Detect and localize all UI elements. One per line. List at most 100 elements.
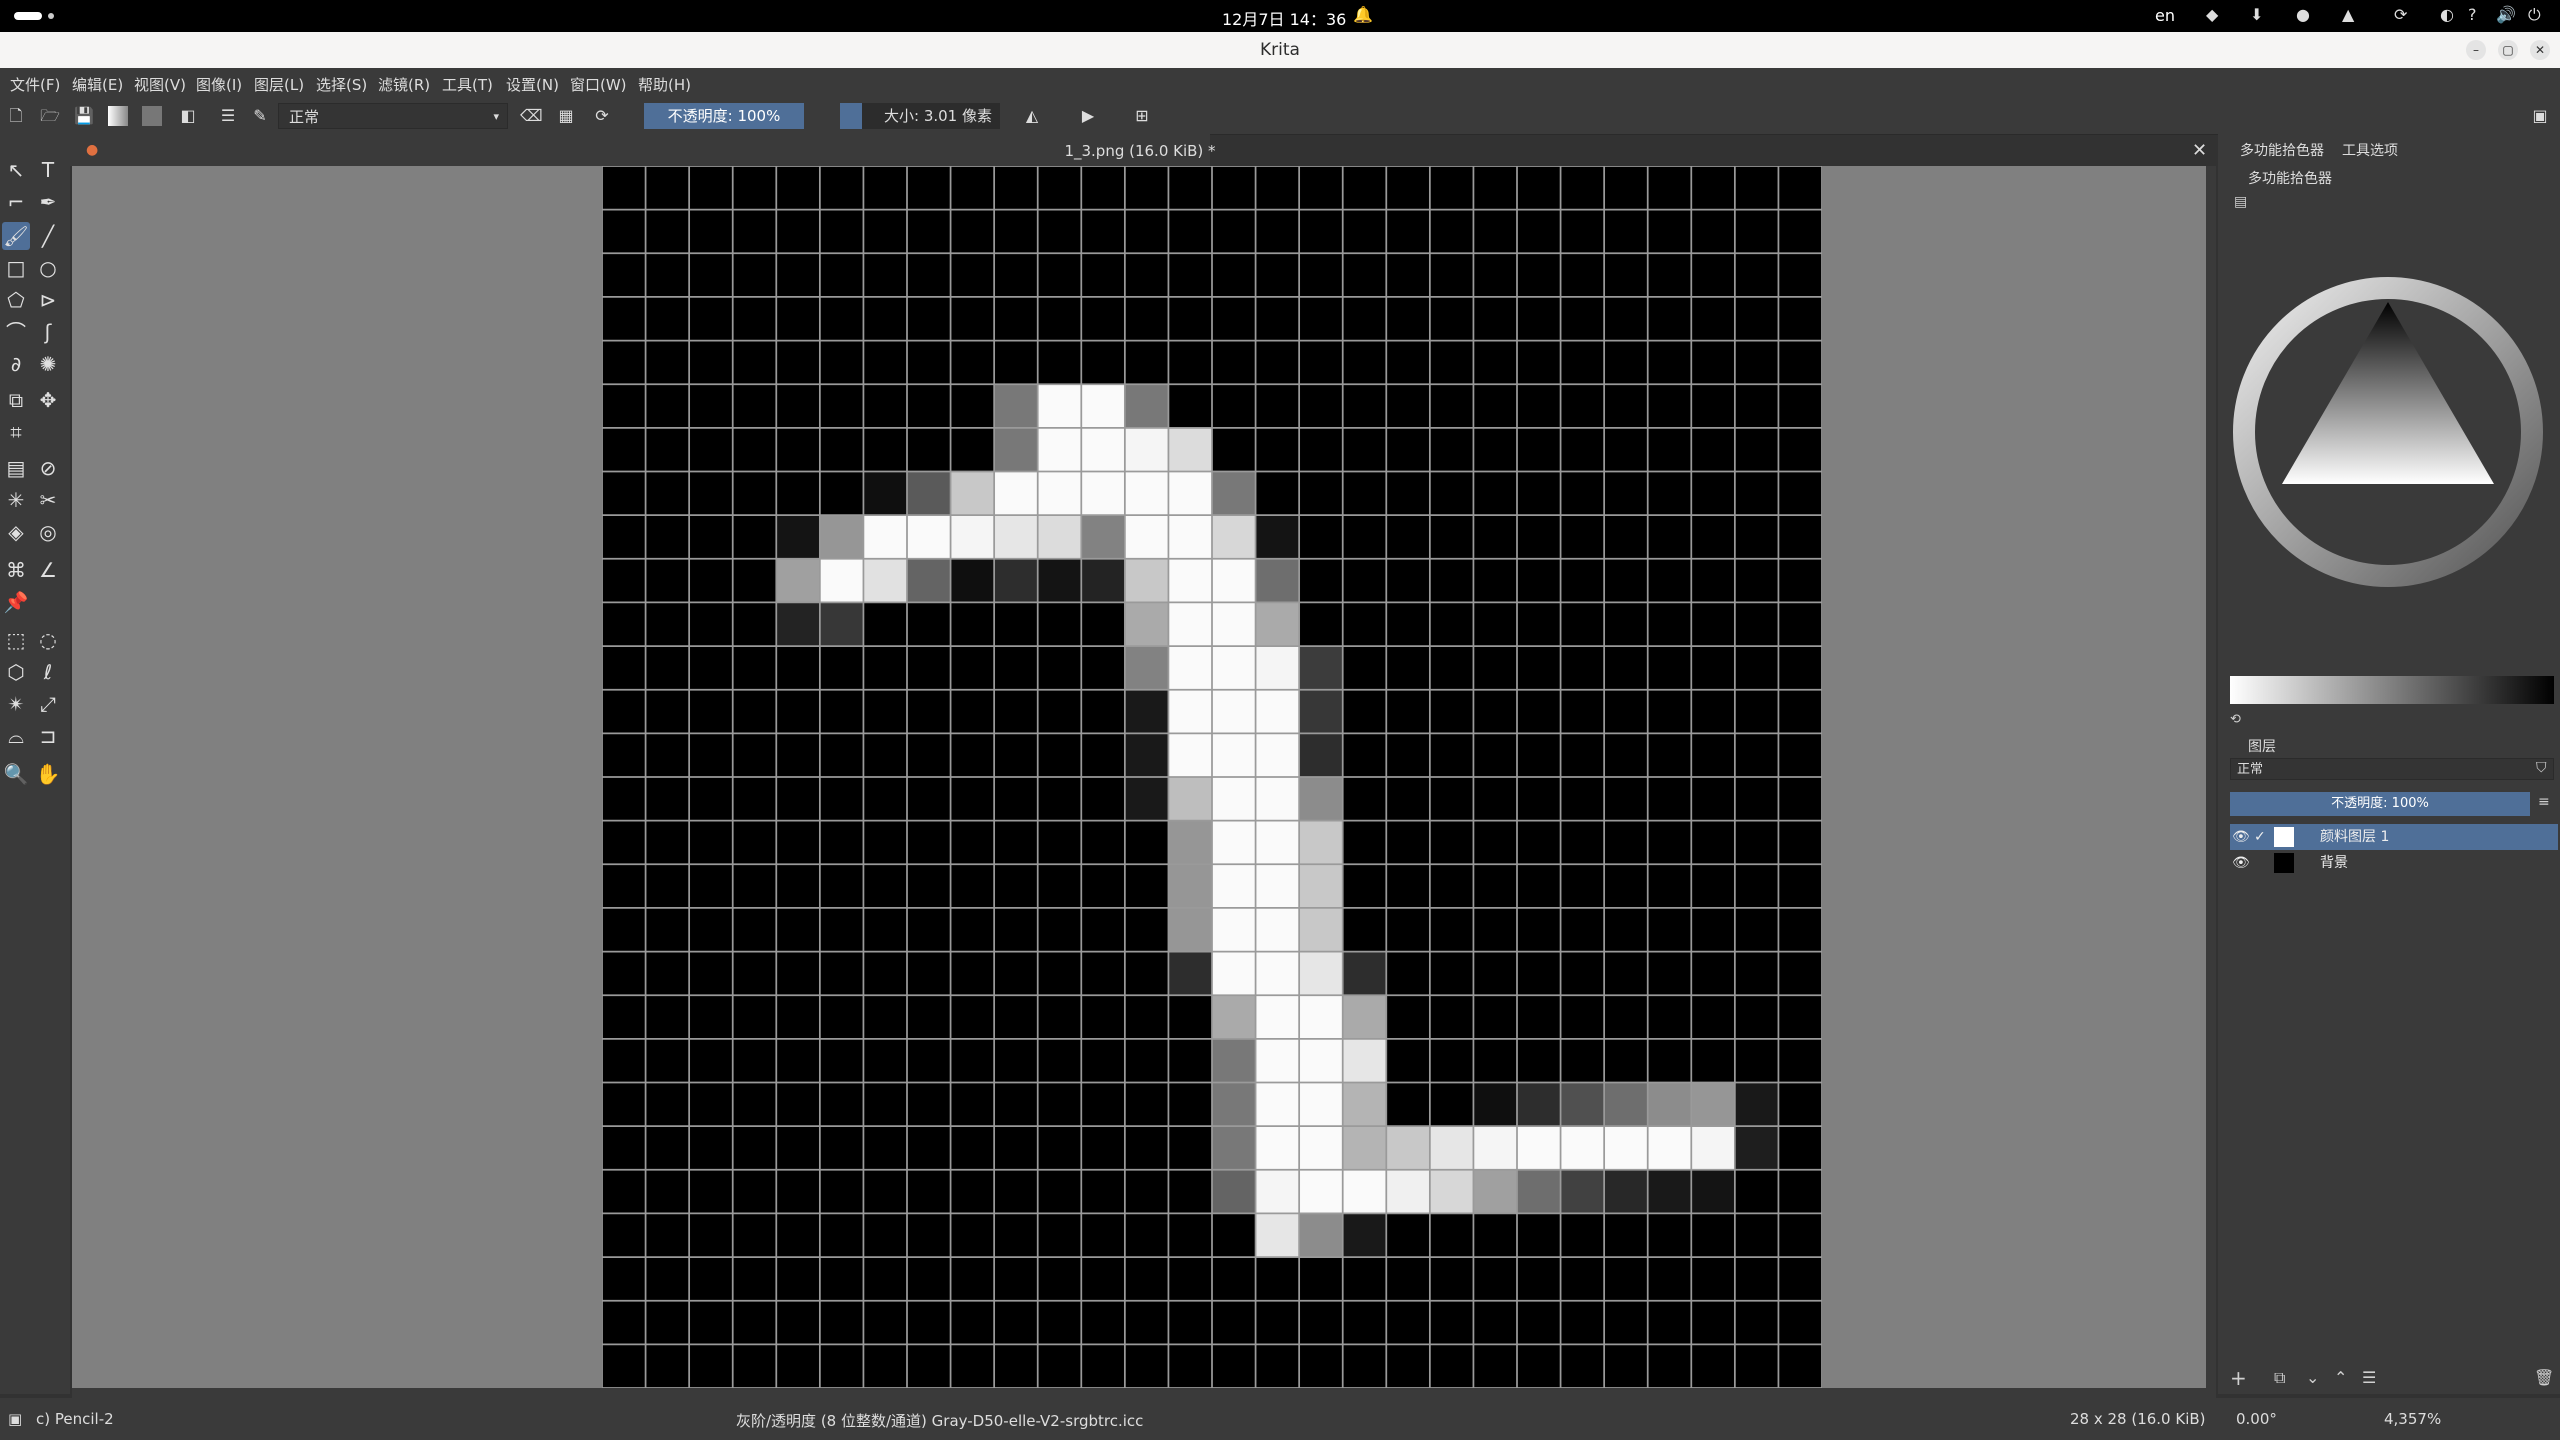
zoom-tool-icon[interactable]: 🔍 bbox=[2, 760, 30, 788]
menu-image[interactable]: 图像(I) bbox=[196, 74, 242, 95]
tray-app-icon[interactable]: ◆ bbox=[2206, 5, 2218, 24]
color-wheel[interactable] bbox=[2230, 274, 2546, 590]
input-language-indicator[interactable]: en bbox=[2155, 6, 2175, 25]
gradient-preset-icon[interactable] bbox=[108, 106, 128, 126]
tray-cat-icon[interactable]: ▲ bbox=[2342, 5, 2354, 24]
select-shape-tool-icon[interactable]: ↖ bbox=[2, 156, 30, 184]
volume-icon[interactable]: 🔊 bbox=[2496, 5, 2516, 24]
ellipse-tool-icon[interactable]: ○ bbox=[34, 254, 62, 282]
ellipse-select-tool-icon[interactable]: ◌ bbox=[34, 626, 62, 654]
checkmark-icon[interactable]: ✓ bbox=[2254, 824, 2266, 850]
fill-tool-icon[interactable]: ◈ bbox=[2, 518, 30, 546]
rotation-value[interactable]: 0.00° bbox=[2236, 1410, 2277, 1428]
power-icon[interactable]: ⏻ bbox=[2528, 5, 2541, 25]
reference-tool-icon[interactable]: 📌 bbox=[2, 588, 30, 616]
tray-download-icon[interactable]: ⬇ bbox=[2250, 5, 2263, 24]
menu-file[interactable]: 文件(F) bbox=[10, 74, 60, 95]
minimize-button[interactable]: – bbox=[2466, 40, 2486, 60]
mirror-horizontal-icon[interactable]: ◭ bbox=[1022, 106, 1042, 126]
edit-shape-tool-icon[interactable]: ⌐ bbox=[2, 188, 30, 216]
activities-indicator[interactable] bbox=[14, 12, 42, 20]
move-tool-icon[interactable]: ✥ bbox=[34, 386, 62, 414]
color-selector-settings-icon[interactable]: ▤ bbox=[2234, 194, 2247, 210]
polygon-select-tool-icon[interactable]: ⬡ bbox=[2, 658, 30, 686]
gradient-tool-icon[interactable]: ▤ bbox=[2, 454, 30, 482]
tray-color-icon[interactable]: ● bbox=[2296, 5, 2310, 24]
blend-mode-select[interactable]: 正常 ▾ bbox=[278, 103, 508, 129]
line-tool-icon[interactable]: ╱ bbox=[34, 222, 62, 250]
enclose-fill-tool-icon[interactable]: ◎ bbox=[34, 518, 62, 546]
add-layer-icon[interactable]: + bbox=[2230, 1366, 2247, 1390]
vertical-scrollbar[interactable] bbox=[2206, 166, 2216, 1388]
move-layer-up-icon[interactable]: ⌃ bbox=[2334, 1368, 2347, 1387]
similar-select-tool-icon[interactable]: ✴ bbox=[2, 690, 30, 718]
magnetic-select-tool-icon[interactable]: ⊐ bbox=[34, 722, 62, 750]
bezier-tool-icon[interactable]: ⌒ bbox=[2, 318, 30, 346]
duplicate-layer-icon[interactable]: ⧉ bbox=[2274, 1368, 2285, 1388]
freehand-path-tool-icon[interactable]: ʃ bbox=[34, 318, 62, 346]
reset-color-icon[interactable]: ⟲ bbox=[2230, 712, 2241, 727]
transform-tool-icon[interactable]: ⧉ bbox=[2, 386, 30, 414]
menu-window[interactable]: 窗口(W) bbox=[570, 74, 627, 95]
help-icon[interactable]: ? bbox=[2468, 5, 2477, 24]
maximize-button[interactable]: ▢ bbox=[2498, 40, 2518, 60]
eraser-icon[interactable]: ⌫ bbox=[520, 106, 543, 126]
assistant-editor-tool-icon[interactable]: ⌘ bbox=[2, 556, 30, 584]
bezier-select-tool-icon[interactable]: ⌓ bbox=[2, 722, 30, 750]
delete-layer-icon[interactable]: 🗑 bbox=[2534, 1368, 2554, 1387]
close-window-button[interactable]: ✕ bbox=[2530, 40, 2550, 60]
fg-bg-color-icon[interactable]: ◧ bbox=[178, 106, 198, 126]
move-layer-down-icon[interactable]: ⌄ bbox=[2306, 1368, 2319, 1387]
polygon-tool-icon[interactable]: ⬠ bbox=[2, 286, 30, 314]
menu-edit[interactable]: 编辑(E) bbox=[72, 74, 123, 95]
rectangle-tool-icon[interactable]: □ bbox=[2, 254, 30, 282]
color-picker-tool-icon[interactable]: ⊘ bbox=[34, 454, 62, 482]
smart-patch-tool-icon[interactable]: ✳ bbox=[2, 486, 30, 514]
pixel-image[interactable] bbox=[602, 166, 1822, 1388]
pattern-preset-icon[interactable] bbox=[142, 106, 162, 126]
filter-icon[interactable]: ⛉ bbox=[2536, 760, 2547, 776]
horizontal-scrollbar[interactable] bbox=[72, 1388, 2216, 1398]
layer-row-background[interactable]: 👁 背景 bbox=[2230, 850, 2558, 876]
polyline-tool-icon[interactable]: ⊳ bbox=[34, 286, 62, 314]
freehand-select-tool-icon[interactable]: ℓ bbox=[34, 658, 62, 686]
layer-opacity-slider[interactable]: 不透明度: 100% bbox=[2230, 792, 2530, 816]
dynamic-brush-tool-icon[interactable]: ∂ bbox=[2, 350, 30, 378]
pan-tool-icon[interactable]: ✋ bbox=[34, 760, 62, 788]
freehand-brush-tool-icon[interactable]: 🖌 bbox=[2, 222, 30, 250]
value-slider[interactable] bbox=[2230, 676, 2554, 704]
multibrush-tool-icon[interactable]: ✺ bbox=[34, 350, 62, 378]
canvas-viewport[interactable] bbox=[72, 166, 2206, 1388]
contiguous-select-tool-icon[interactable]: ⤢ bbox=[34, 690, 62, 718]
measure-tool-icon[interactable]: ∠ bbox=[34, 556, 62, 584]
calligraphy-tool-icon[interactable]: ✒ bbox=[34, 188, 62, 216]
menu-view[interactable]: 视图(V) bbox=[134, 74, 186, 95]
eye-icon[interactable]: 👁 bbox=[2232, 824, 2250, 850]
reload-preset-icon[interactable]: ⟳ bbox=[592, 106, 612, 126]
layer-row-paint[interactable]: 👁 ✓ 颜料图层 1 bbox=[2230, 824, 2558, 850]
notification-bell-icon[interactable]: 🔔 bbox=[1353, 5, 1373, 24]
menu-select[interactable]: 选择(S) bbox=[316, 74, 367, 95]
close-document-icon[interactable]: ✕ bbox=[2192, 140, 2207, 161]
brush-preset-icon[interactable]: ✎ bbox=[250, 106, 270, 126]
layers-menu-icon[interactable]: ≡ bbox=[2538, 794, 2550, 810]
tab-color-selector[interactable]: 多功能拾色器 bbox=[2240, 140, 2324, 160]
tray-sync-icon[interactable]: ⟳ bbox=[2394, 5, 2407, 24]
workspace-chooser-icon[interactable]: ▣ bbox=[2530, 106, 2550, 126]
network-icon[interactable]: ◐ bbox=[2440, 5, 2454, 24]
brush-settings-icon[interactable]: ☰ bbox=[218, 106, 238, 126]
crop-tool-icon[interactable]: ⌗ bbox=[2, 418, 30, 446]
tab-tool-options[interactable]: 工具选项 bbox=[2342, 140, 2398, 160]
menu-tools[interactable]: 工具(T) bbox=[442, 74, 493, 95]
menu-settings[interactable]: 设置(N) bbox=[506, 74, 559, 95]
text-tool-icon[interactable]: T bbox=[34, 156, 62, 184]
wrap-around-icon[interactable]: ⊞ bbox=[1132, 106, 1152, 126]
assistant-tool-icon[interactable]: ✂ bbox=[34, 486, 62, 514]
eye-icon[interactable]: 👁 bbox=[2232, 850, 2250, 876]
layer-properties-icon[interactable]: ☰ bbox=[2362, 1368, 2376, 1387]
document-tab-title[interactable]: 1_3.png (16.0 KiB) * bbox=[70, 142, 2210, 160]
menu-filter[interactable]: 滤镜(R) bbox=[378, 74, 430, 95]
open-document-icon[interactable]: 🗁 bbox=[40, 106, 60, 126]
save-icon[interactable]: 💾 bbox=[74, 106, 94, 126]
preserve-alpha-icon[interactable]: ▦ bbox=[556, 106, 576, 126]
